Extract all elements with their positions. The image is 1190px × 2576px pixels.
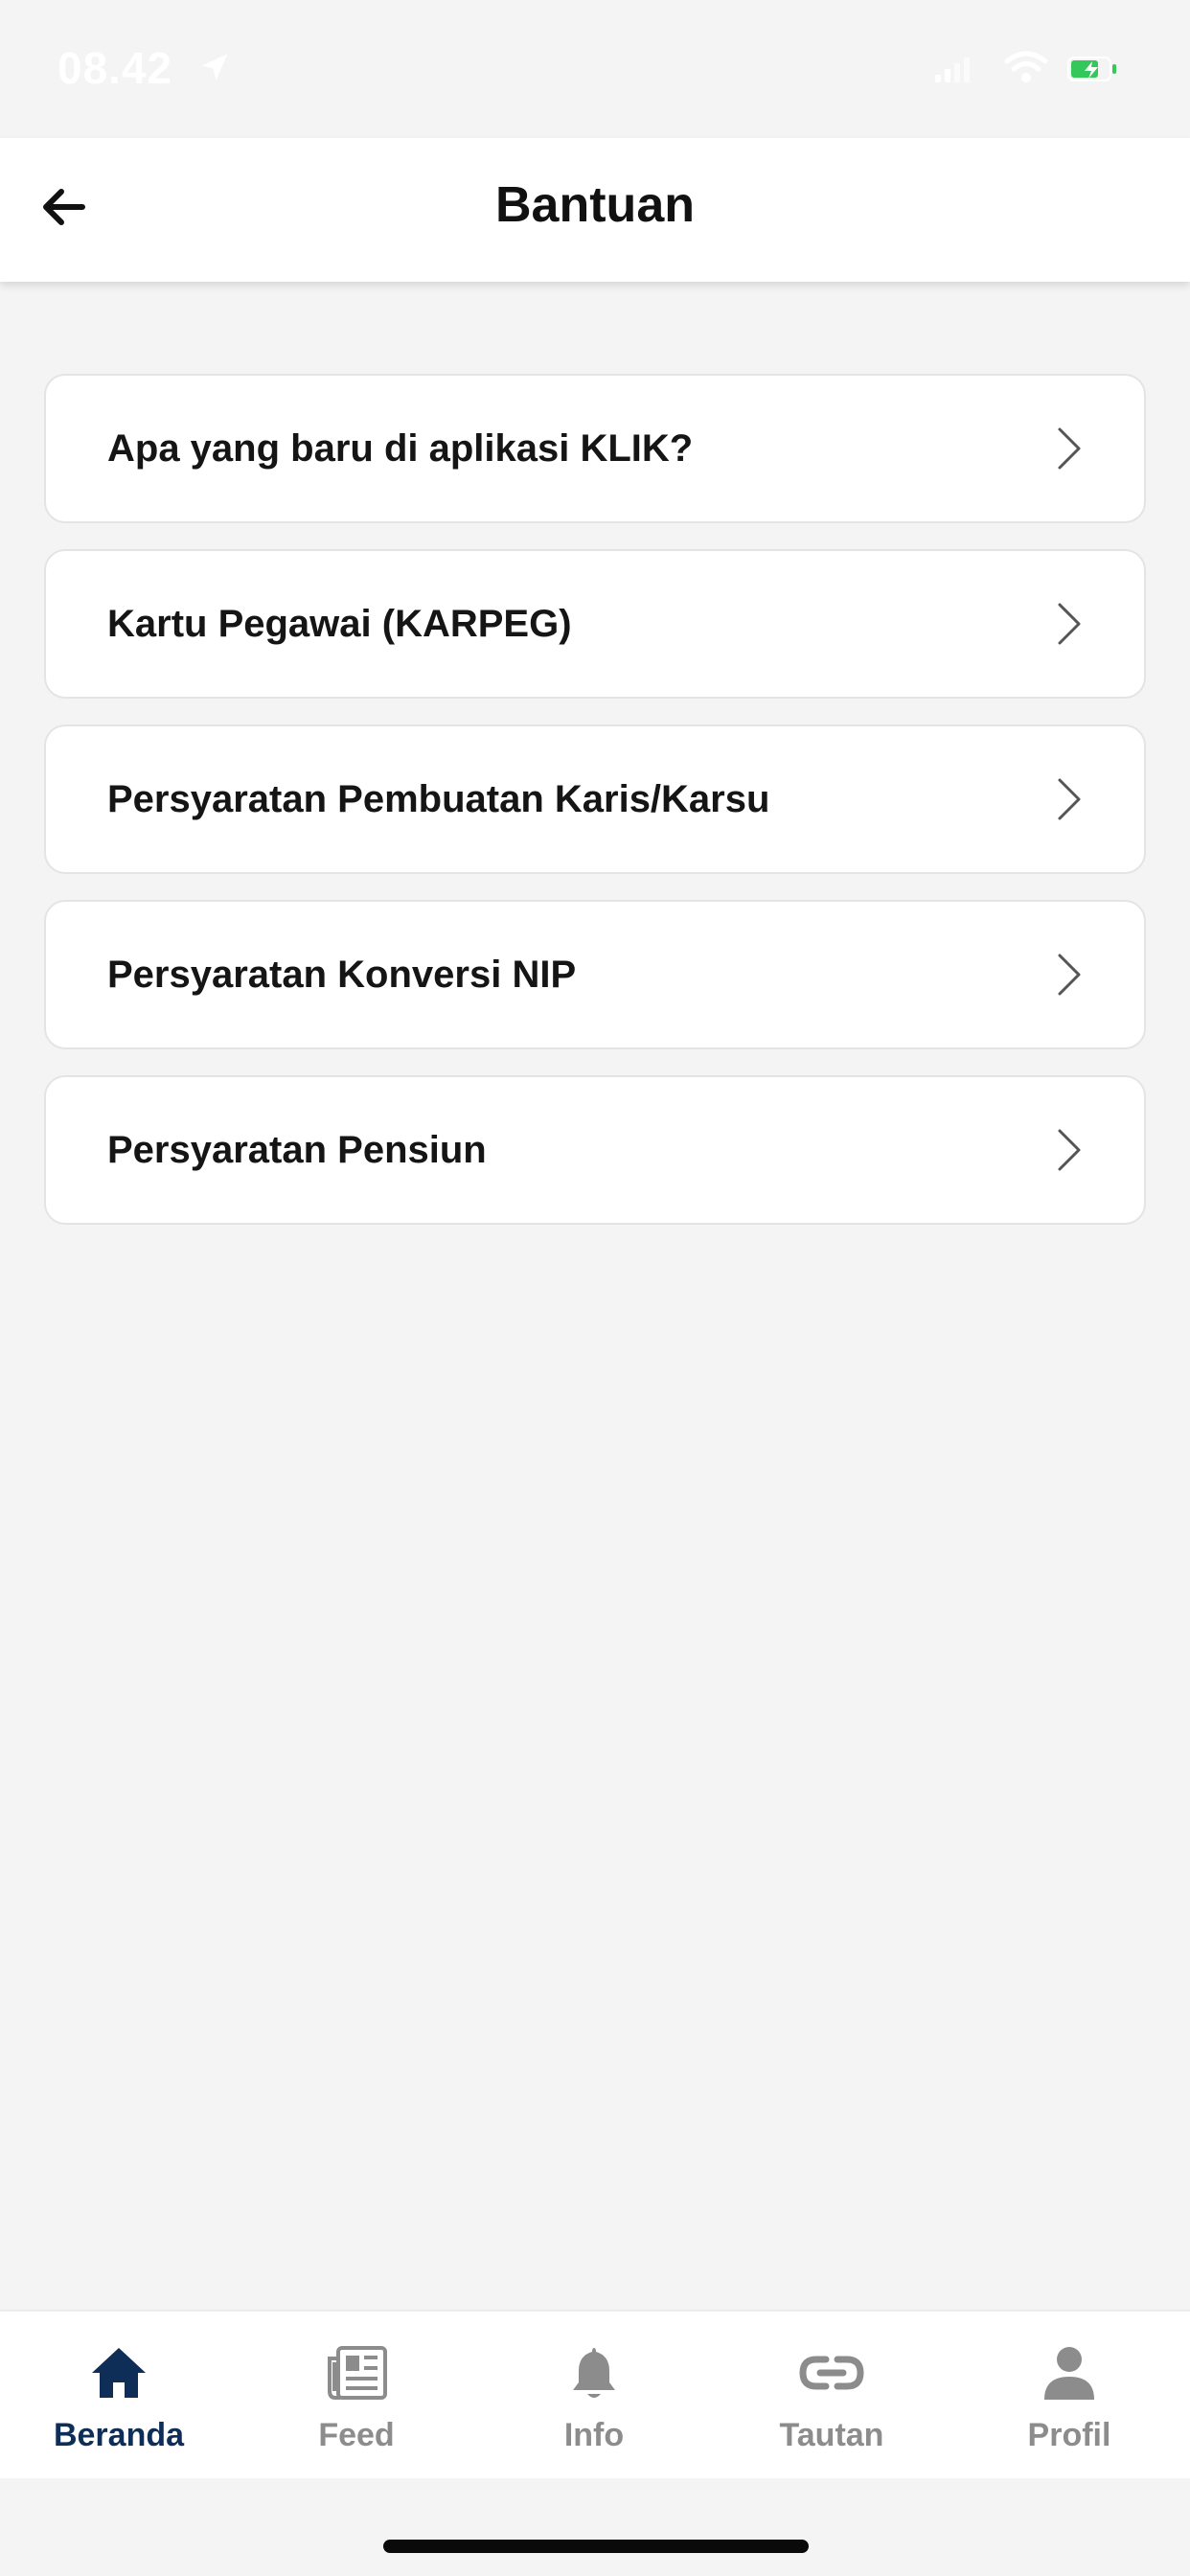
page-title: Bantuan (495, 177, 695, 233)
tab-tautan[interactable]: Tautan (713, 2312, 950, 2480)
menu-item-label: Persyaratan Konversi NIP (107, 954, 577, 996)
menu-item-label: Persyaratan Pembuatan Karis/Karsu (107, 778, 770, 820)
tab-label: Info (563, 2417, 625, 2453)
help-menu-list: Apa yang baru di aplikasi KLIK? Kartu Pe… (44, 374, 1146, 1251)
tab-beranda[interactable]: Beranda (0, 2312, 238, 2480)
status-bar: 08.42 (0, 0, 1190, 138)
location-arrow-icon (197, 50, 232, 89)
menu-item-konversi-nip[interactable]: Persyaratan Konversi NIP (44, 900, 1146, 1049)
tab-feed[interactable]: Feed (238, 2312, 475, 2480)
home-icon (90, 2342, 148, 2404)
chevron-right-icon (1058, 603, 1081, 645)
tab-label: Beranda (53, 2417, 185, 2453)
wifi-icon (1004, 50, 1048, 89)
menu-item-label: Persyaratan Pensiun (107, 1129, 487, 1171)
home-indicator-area (0, 2478, 1190, 2576)
chevron-right-icon (1058, 778, 1081, 820)
tab-label: Tautan (779, 2417, 884, 2453)
bottom-tab-bar: Beranda Feed Info Tautan Profil (0, 2310, 1190, 2478)
home-indicator[interactable] (383, 2540, 809, 2553)
chevron-right-icon (1058, 1129, 1081, 1171)
bell-icon (567, 2342, 621, 2404)
menu-item-karpeg[interactable]: Kartu Pegawai (KARPEG) (44, 549, 1146, 699)
tab-label: Feed (318, 2417, 395, 2453)
chevron-right-icon (1058, 954, 1081, 996)
status-time: 08.42 (57, 43, 173, 93)
tab-label: Profil (1027, 2417, 1111, 2453)
chevron-right-icon (1058, 427, 1081, 470)
menu-item-label: Kartu Pegawai (KARPEG) (107, 603, 572, 645)
link-icon (799, 2342, 864, 2404)
tab-info[interactable]: Info (475, 2312, 713, 2480)
app-header: Bantuan (0, 138, 1190, 282)
newspaper-icon (325, 2342, 388, 2404)
tab-profil[interactable]: Profil (950, 2312, 1188, 2480)
menu-item-whats-new[interactable]: Apa yang baru di aplikasi KLIK? (44, 374, 1146, 523)
battery-charging-icon (1067, 56, 1117, 87)
cellular-signal-icon (935, 58, 977, 87)
menu-item-karis-karsu[interactable]: Persyaratan Pembuatan Karis/Karsu (44, 724, 1146, 874)
menu-item-pensiun[interactable]: Persyaratan Pensiun (44, 1075, 1146, 1225)
user-icon (1041, 2342, 1098, 2404)
menu-item-label: Apa yang baru di aplikasi KLIK? (107, 427, 694, 470)
